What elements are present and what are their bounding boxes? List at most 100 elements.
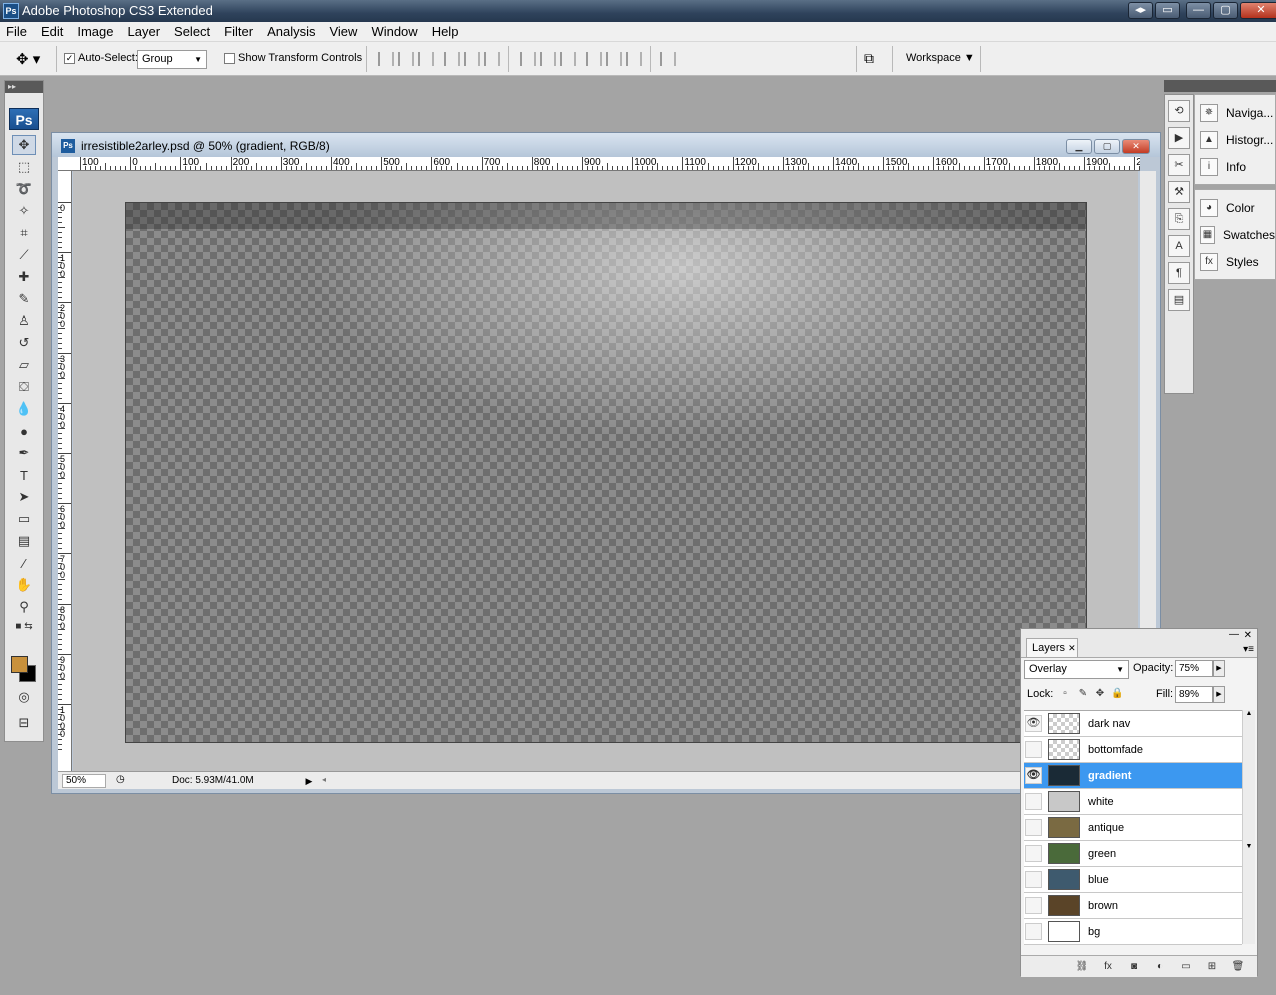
menu-filter[interactable]: Filter bbox=[217, 22, 260, 41]
layer-row[interactable]: blue bbox=[1024, 867, 1242, 893]
lock-transparency-icon[interactable]: ▫ bbox=[1059, 688, 1071, 700]
visibility-eye-icon[interactable]: 👁 bbox=[1025, 715, 1042, 732]
pasteboard[interactable] bbox=[73, 171, 1138, 771]
layer-row[interactable]: brown bbox=[1024, 893, 1242, 919]
align-vcenter-icon[interactable] bbox=[398, 52, 414, 66]
align-hcenter-icon[interactable] bbox=[464, 52, 480, 66]
distribute-vcenter-icon[interactable] bbox=[540, 52, 556, 66]
document-close-button[interactable]: ✕ bbox=[1122, 139, 1150, 154]
add-mask-icon[interactable]: ◙ bbox=[1125, 960, 1143, 974]
maximize-button[interactable]: ▢ bbox=[1213, 2, 1238, 19]
auto-select-checkbox[interactable]: ✓ bbox=[64, 53, 75, 64]
layer-row[interactable]: bottomfade bbox=[1024, 737, 1242, 763]
fill-field[interactable]: 89% bbox=[1175, 686, 1213, 703]
bridge-icon[interactable]: ⧉ bbox=[864, 50, 874, 67]
character-icon[interactable]: A bbox=[1168, 235, 1190, 257]
lock-position-icon[interactable]: ✥ bbox=[1094, 688, 1106, 700]
layers-tab[interactable]: Layers ✕ bbox=[1026, 638, 1078, 657]
zoom-tool-icon[interactable]: ⚲ bbox=[12, 597, 36, 617]
paragraph-icon[interactable]: ¶ bbox=[1168, 262, 1190, 284]
history-icon[interactable]: ⟲ bbox=[1168, 100, 1190, 122]
document-maximize-button[interactable]: ▢ bbox=[1094, 139, 1120, 154]
layer-row[interactable]: bg bbox=[1024, 919, 1242, 945]
opacity-field[interactable]: 75% bbox=[1175, 660, 1213, 677]
opacity-slider-arrow-icon[interactable]: ▶ bbox=[1213, 660, 1225, 677]
brush-tool-icon[interactable]: ✎ bbox=[12, 289, 36, 309]
screen-mode-icon[interactable]: ▭ bbox=[1155, 2, 1180, 19]
marquee-tool-icon[interactable]: ⬚ bbox=[12, 157, 36, 177]
visibility-eye-icon[interactable] bbox=[1025, 923, 1042, 940]
actions-icon[interactable]: ▶ bbox=[1168, 127, 1190, 149]
eraser-tool-icon[interactable]: ▱ bbox=[12, 355, 36, 375]
align-top-icon[interactable] bbox=[378, 52, 394, 66]
lock-image-icon[interactable]: ✎ bbox=[1077, 688, 1089, 700]
dodge-tool-icon[interactable]: ● bbox=[12, 421, 36, 441]
visibility-eye-icon[interactable] bbox=[1025, 845, 1042, 862]
back-icon[interactable]: ◂▸ bbox=[1128, 2, 1153, 19]
layer-row[interactable]: 👁 gradient bbox=[1024, 763, 1242, 789]
visibility-eye-icon[interactable] bbox=[1025, 871, 1042, 888]
layer-row[interactable]: green bbox=[1024, 841, 1242, 867]
status-menu-arrow-icon[interactable]: ▶ bbox=[302, 774, 316, 788]
screen-mode-icon[interactable]: ⊟ bbox=[12, 713, 36, 733]
auto-select-dropdown[interactable]: Group ▼ bbox=[137, 50, 207, 69]
menu-view[interactable]: View bbox=[322, 22, 364, 41]
horizontal-ruler[interactable]: 100 0 100 200 300 400 500 600 700 800 900 1000 1100 1… bbox=[58, 157, 1140, 171]
vertical-ruler[interactable]: 0 100 200 300 400 500 600 700 800 900 1000 bbox=[58, 171, 72, 771]
menu-analysis[interactable]: Analysis bbox=[260, 22, 322, 41]
panel-close-icon[interactable]: ✕ bbox=[1244, 630, 1252, 641]
panel-color[interactable]: ◕ Color bbox=[1195, 194, 1275, 221]
slice-tool-icon[interactable]: ⟋ bbox=[12, 245, 36, 265]
eyedropper-tool-icon[interactable]: ⁄ bbox=[12, 553, 36, 573]
document-minimize-button[interactable]: ▁ bbox=[1066, 139, 1092, 154]
panel-navigator[interactable]: ✵ Naviga... bbox=[1195, 99, 1275, 126]
align-left-icon[interactable] bbox=[444, 52, 460, 66]
layer-row[interactable]: 👁 dark nav bbox=[1024, 711, 1242, 737]
layer-style-icon[interactable]: fx bbox=[1099, 960, 1117, 974]
clone-stamp-tool-icon[interactable]: ♙ bbox=[12, 311, 36, 331]
new-layer-icon[interactable]: ⊞ bbox=[1203, 960, 1221, 974]
move-tool-icon[interactable]: ✥ bbox=[12, 135, 36, 155]
distribute-bottom-icon[interactable] bbox=[560, 52, 576, 66]
type-tool-icon[interactable]: T bbox=[12, 465, 36, 485]
rectangle-tool-icon[interactable]: ▭ bbox=[12, 509, 36, 529]
toolbox-grip[interactable]: ▸▸ bbox=[5, 81, 43, 93]
panel-menu-icon[interactable]: ▾≡ bbox=[1243, 644, 1254, 655]
tab-close-icon[interactable]: ✕ bbox=[1068, 643, 1076, 653]
notes-tool-icon[interactable]: ▤ bbox=[12, 531, 36, 551]
menu-layer[interactable]: Layer bbox=[121, 22, 168, 41]
visibility-eye-icon[interactable] bbox=[1025, 819, 1042, 836]
delete-layer-icon[interactable]: 🗑 bbox=[1229, 960, 1247, 974]
show-transform-checkbox[interactable] bbox=[224, 53, 235, 64]
menu-file[interactable]: File bbox=[0, 22, 34, 41]
visibility-eye-icon[interactable] bbox=[1025, 897, 1042, 914]
zoom-field[interactable]: 50% bbox=[62, 774, 106, 788]
clone-source-icon[interactable]: ⎘ bbox=[1168, 208, 1190, 230]
layer-row[interactable]: antique bbox=[1024, 815, 1242, 841]
healing-brush-tool-icon[interactable]: ✚ bbox=[12, 267, 36, 287]
new-group-icon[interactable]: ▭ bbox=[1177, 960, 1195, 974]
visibility-eye-icon[interactable]: 👁 bbox=[1025, 767, 1042, 784]
menu-window[interactable]: Window bbox=[364, 22, 424, 41]
menu-select[interactable]: Select bbox=[167, 22, 217, 41]
swap-colors-icon[interactable]: ■ ⇆ bbox=[12, 619, 36, 633]
fill-slider-arrow-icon[interactable]: ▶ bbox=[1213, 686, 1225, 703]
lasso-tool-icon[interactable]: ➰ bbox=[12, 179, 36, 199]
layer-row[interactable]: white bbox=[1024, 789, 1242, 815]
foreground-color-swatch[interactable] bbox=[11, 656, 28, 673]
workspace-menu[interactable]: Workspace ▼ bbox=[906, 52, 975, 64]
menu-edit[interactable]: Edit bbox=[34, 22, 70, 41]
panel-info[interactable]: i Info bbox=[1195, 153, 1275, 180]
visibility-eye-icon[interactable] bbox=[1025, 741, 1042, 758]
status-menu-icon[interactable]: ◷ bbox=[116, 774, 125, 785]
menu-help[interactable]: Help bbox=[425, 22, 466, 41]
path-selection-tool-icon[interactable]: ➤ bbox=[12, 487, 36, 507]
adjustment-layer-icon[interactable]: ◐ bbox=[1151, 960, 1169, 974]
close-button[interactable]: ✕ bbox=[1240, 2, 1276, 19]
pen-tool-icon[interactable]: ✒ bbox=[12, 443, 36, 463]
panel-styles[interactable]: fx Styles bbox=[1195, 248, 1275, 275]
quick-mask-icon[interactable]: ◎ bbox=[12, 687, 36, 707]
magic-wand-tool-icon[interactable]: ✧ bbox=[12, 201, 36, 221]
paint-bucket-tool-icon[interactable]: ⛋ bbox=[12, 377, 36, 397]
distribute-right-icon[interactable] bbox=[626, 52, 642, 66]
